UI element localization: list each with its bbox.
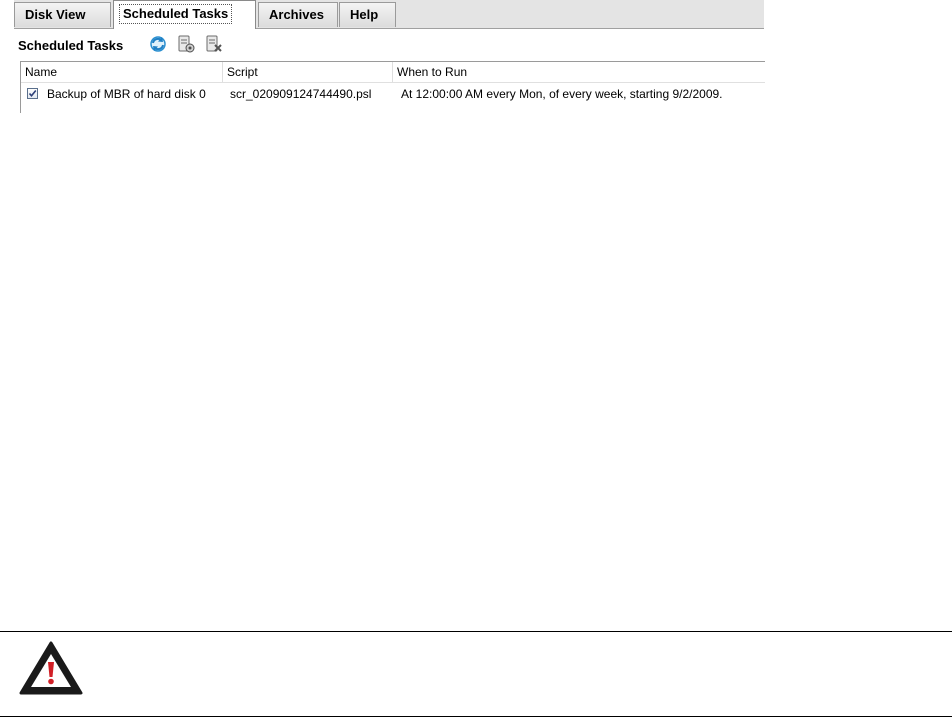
tab-label: Scheduled Tasks <box>119 4 233 24</box>
task-properties-icon <box>176 34 196 59</box>
delete-task-button[interactable] <box>202 34 226 58</box>
warning-icon <box>18 640 84 696</box>
tab-archives[interactable]: Archives <box>258 2 338 27</box>
tab-label: Archives <box>269 7 324 22</box>
scheduled-tasks-panel: Disk View Scheduled Tasks Archives Help … <box>14 0 765 113</box>
tab-scheduled-tasks[interactable]: Scheduled Tasks <box>113 0 256 29</box>
table-row[interactable]: Backup of MBR of hard disk 0 scr_0209091… <box>21 84 765 105</box>
task-when-to-run: At 12:00:00 AM every Mon, of every week,… <box>401 87 723 101</box>
tab-disk-view[interactable]: Disk View <box>14 2 111 27</box>
toolbar: Scheduled Tasks <box>14 30 764 60</box>
task-enabled-checkbox[interactable] <box>27 88 38 99</box>
tab-label: Disk View <box>25 7 86 22</box>
refresh-icon <box>148 34 168 59</box>
delete-task-icon <box>204 34 224 59</box>
tab-label: Help <box>350 7 379 22</box>
column-header-script[interactable]: Script <box>223 62 393 82</box>
column-header-when-to-run[interactable]: When to Run <box>393 62 765 82</box>
checkmark-icon <box>28 89 37 98</box>
column-header-name[interactable]: Name <box>21 62 223 82</box>
note-top-rule <box>0 631 952 632</box>
tab-bar: Disk View Scheduled Tasks Archives Help <box>14 0 764 29</box>
table-header: Name Script When to Run <box>21 62 765 83</box>
task-script: scr_020909124744490.psl <box>230 87 372 101</box>
refresh-button[interactable] <box>146 34 170 58</box>
task-name: Backup of MBR of hard disk 0 <box>47 87 206 101</box>
note-bottom-rule <box>0 716 952 717</box>
section-title: Scheduled Tasks <box>18 38 124 53</box>
tab-help[interactable]: Help <box>339 2 396 27</box>
scheduled-tasks-table: Name Script When to Run Backup of MBR of… <box>20 61 765 113</box>
task-properties-button[interactable] <box>174 34 198 58</box>
